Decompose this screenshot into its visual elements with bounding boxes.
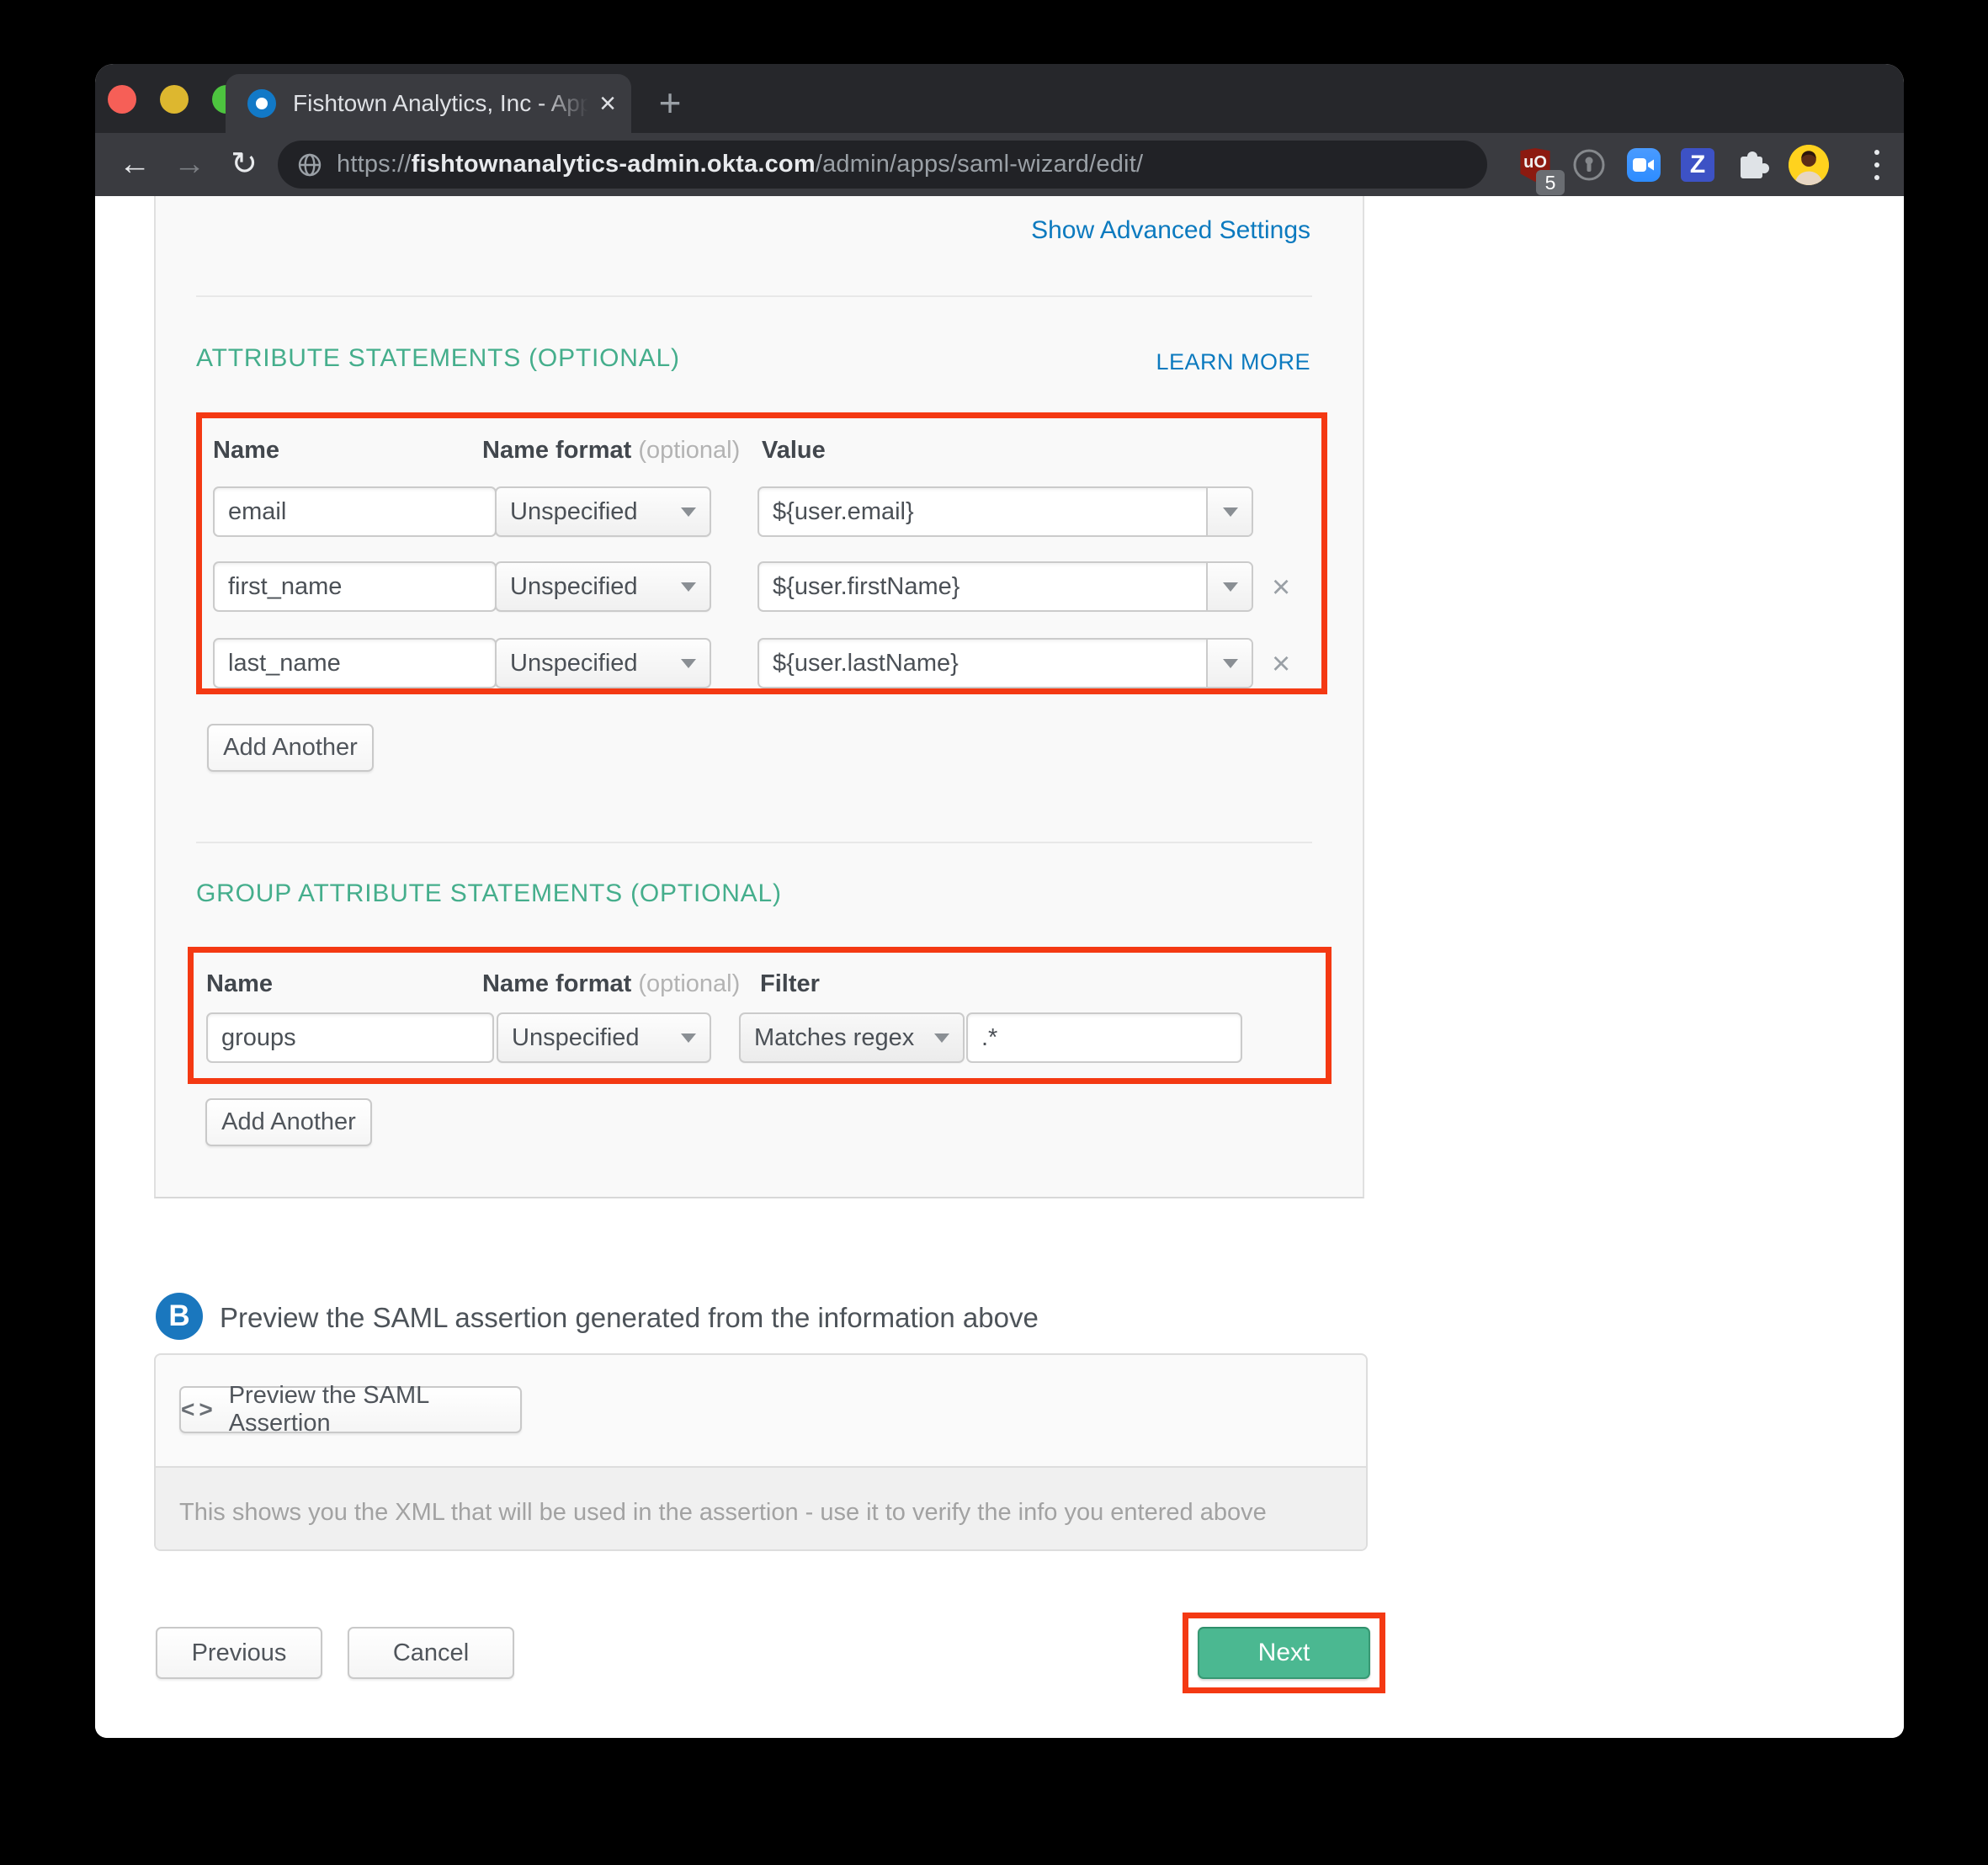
browser-toolbar: ← → ↻ https://fishtownanalytics-admin.ok… xyxy=(95,133,1904,196)
forward-icon[interactable]: → xyxy=(170,145,209,183)
chevron-down-icon xyxy=(1223,659,1238,668)
column-header-filter: Filter xyxy=(760,970,820,998)
url-scheme: https:// xyxy=(337,151,412,178)
browser-menu-icon[interactable] xyxy=(1860,148,1894,182)
attr-value-combo[interactable]: ${user.email} xyxy=(757,486,1253,537)
column-header-name: Name xyxy=(213,437,279,465)
remove-row-icon[interactable]: × xyxy=(1272,648,1290,680)
previous-button[interactable]: Previous xyxy=(156,1627,322,1679)
globe-icon xyxy=(296,151,323,178)
chevron-down-icon xyxy=(681,582,696,592)
preview-saml-assertion-label: Preview the SAML Assertion xyxy=(229,1382,520,1437)
minimize-window-button[interactable] xyxy=(160,85,189,114)
browser-tab[interactable]: Fishtown Analytics, Inc - Applic × xyxy=(226,74,631,133)
z-extension-icon[interactable]: Z xyxy=(1681,148,1714,182)
video-camera-icon xyxy=(1633,157,1655,173)
url-host: fishtownanalytics-admin.okta.com xyxy=(412,151,816,178)
group-attribute-statements-title: GROUP ATTRIBUTE STATEMENTS (OPTIONAL) xyxy=(196,879,782,908)
url-text: https://fishtownanalytics-admin.okta.com… xyxy=(337,151,1143,178)
url-path: /admin/apps/saml-wizard/edit/ xyxy=(816,151,1143,178)
attr-format-select[interactable]: Unspecified xyxy=(495,638,711,688)
attr-value-text: ${user.email} xyxy=(759,498,1206,526)
attr-value-dropdown-button[interactable] xyxy=(1206,563,1252,610)
new-tab-button[interactable]: + xyxy=(651,84,689,123)
column-header-name: Name xyxy=(206,970,273,998)
screenshot-canvas: Fishtown Analytics, Inc - Applic × + ← →… xyxy=(0,0,1988,1865)
chevron-down-icon xyxy=(1223,582,1238,592)
page-content: Show Advanced Settings ATTRIBUTE STATEME… xyxy=(95,196,1904,1738)
profile-avatar[interactable] xyxy=(1789,145,1829,185)
tab-strip: Fishtown Analytics, Inc - Applic × + xyxy=(95,64,1904,133)
code-brackets-icon: <> xyxy=(181,1396,217,1423)
show-advanced-settings-link[interactable]: Show Advanced Settings xyxy=(196,216,1310,245)
learn-more-link[interactable]: LEARN MORE xyxy=(196,349,1310,375)
column-header-name-format: Name format (optional) xyxy=(482,437,740,465)
divider xyxy=(196,295,1312,297)
tab-title: Fishtown Analytics, Inc - Applic xyxy=(293,90,594,117)
add-another-button[interactable]: Add Another xyxy=(207,724,374,772)
attr-value-combo[interactable]: ${user.firstName} xyxy=(757,561,1253,612)
attr-value-text: ${user.lastName} xyxy=(759,650,1206,677)
chevron-down-icon xyxy=(681,1033,696,1043)
remove-row-icon[interactable]: × xyxy=(1272,571,1290,603)
chevron-down-icon xyxy=(681,659,696,668)
attr-format-select[interactable]: Unspecified xyxy=(495,486,711,537)
extensions-puzzle-icon[interactable] xyxy=(1736,148,1769,182)
attr-format-select[interactable]: Unspecified xyxy=(495,561,711,612)
close-window-button[interactable] xyxy=(108,85,136,114)
window-controls xyxy=(108,85,241,114)
ublock-badge: 5 xyxy=(1536,170,1565,195)
reload-icon[interactable]: ↻ xyxy=(225,145,263,183)
add-another-button[interactable]: Add Another xyxy=(205,1098,372,1146)
cancel-button[interactable]: Cancel xyxy=(348,1627,514,1679)
attr-name-input[interactable]: email xyxy=(213,486,497,537)
okta-favicon-icon xyxy=(247,89,276,118)
tab-close-icon[interactable]: × xyxy=(599,89,616,118)
step-b-badge: B xyxy=(156,1293,203,1340)
attr-value-text: ${user.firstName} xyxy=(759,573,1206,601)
group-filter-type-select[interactable]: Matches regex xyxy=(739,1012,965,1063)
column-header-name-format-label: Name format xyxy=(482,437,631,464)
attr-name-input[interactable]: last_name xyxy=(213,638,497,688)
column-header-name-format: Name format (optional) xyxy=(482,970,740,998)
attr-name-input[interactable]: first_name xyxy=(213,561,497,612)
column-header-optional-label: (optional) xyxy=(638,437,740,464)
preview-saml-assertion-button[interactable]: <> Preview the SAML Assertion xyxy=(179,1386,522,1433)
attr-value-dropdown-button[interactable] xyxy=(1206,488,1252,535)
attr-value-combo[interactable]: ${user.lastName} xyxy=(757,638,1253,688)
attr-value-dropdown-button[interactable] xyxy=(1206,640,1252,687)
attr-format-value: Unspecified xyxy=(510,498,638,526)
column-header-name-format-label: Name format xyxy=(482,970,631,997)
zoom-extension-icon[interactable] xyxy=(1627,148,1661,182)
column-header-optional-label: (optional) xyxy=(638,970,740,997)
group-name-input[interactable]: groups xyxy=(206,1012,494,1063)
chevron-down-icon xyxy=(934,1033,949,1043)
chevron-down-icon xyxy=(681,507,696,517)
group-filter-type-value: Matches regex xyxy=(754,1024,914,1052)
chevron-down-icon xyxy=(1223,507,1238,517)
next-button[interactable]: Next xyxy=(1198,1627,1370,1679)
onepassword-extension-icon[interactable] xyxy=(1572,148,1606,182)
back-icon[interactable]: ← xyxy=(115,145,154,183)
attr-format-value: Unspecified xyxy=(510,573,638,601)
attr-format-value: Unspecified xyxy=(510,650,638,677)
group-format-value: Unspecified xyxy=(512,1024,640,1052)
column-header-value: Value xyxy=(762,437,826,465)
browser-window: Fishtown Analytics, Inc - Applic × + ← →… xyxy=(95,64,1904,1738)
preview-note: This shows you the XML that will be used… xyxy=(179,1499,1267,1527)
step-b-title: Preview the SAML assertion generated fro… xyxy=(220,1302,1039,1334)
group-format-select[interactable]: Unspecified xyxy=(497,1012,711,1063)
divider xyxy=(196,842,1312,843)
url-bar[interactable]: https://fishtownanalytics-admin.okta.com… xyxy=(278,141,1487,189)
group-filter-value-input[interactable]: .* xyxy=(966,1012,1242,1063)
